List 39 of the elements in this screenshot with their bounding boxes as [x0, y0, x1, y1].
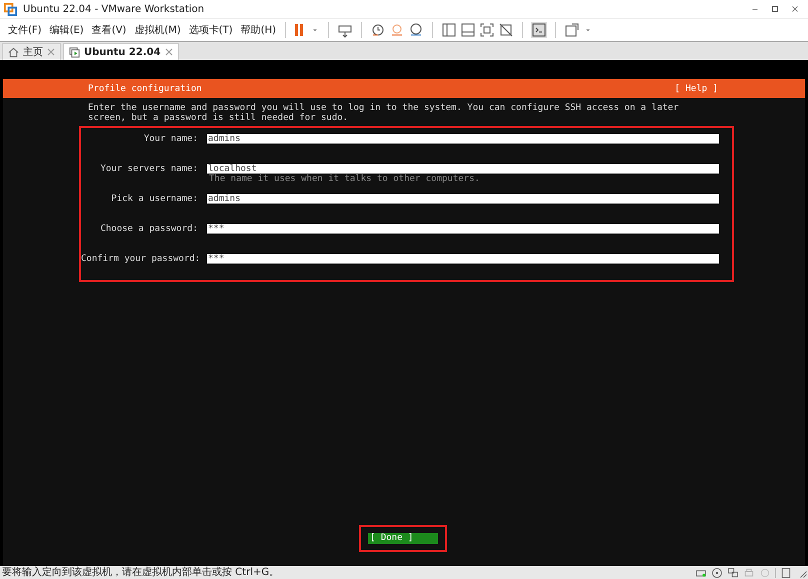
split-view-icon[interactable]: [460, 22, 476, 38]
vm-icon: [69, 46, 80, 58]
app-logo-icon: [4, 2, 17, 16]
input-field[interactable]: ***: [207, 254, 719, 264]
help-link[interactable]: [ Help ]: [674, 84, 718, 94]
unity-icon[interactable]: [498, 22, 514, 38]
field-hint: The name it uses when it talks to other computers.: [209, 174, 480, 184]
tab[interactable]: Ubuntu 22.04: [63, 43, 179, 60]
message-icon[interactable]: [780, 566, 792, 578]
network-icon[interactable]: [727, 566, 739, 578]
done-button[interactable]: [ Done ]: [368, 533, 438, 544]
console-icon[interactable]: [531, 22, 548, 38]
maximize-icon[interactable]: [770, 4, 780, 14]
window-title: Ubuntu 22.04 - VMware Workstation: [23, 4, 206, 14]
status-message: 要将输入定向到该虚拟机，请在虚拟机内部单击或按 Ctrl+G。: [2, 566, 280, 579]
sidebar-view-icon[interactable]: [441, 22, 458, 38]
fullscreen-icon[interactable]: [479, 22, 496, 38]
menu-item[interactable]: 查看(V): [88, 23, 130, 37]
menu-item[interactable]: 文件(F): [4, 23, 46, 37]
field-label: Choose a password:: [99, 224, 198, 234]
tab[interactable]: 主页: [2, 43, 61, 60]
input-field[interactable]: admins: [207, 134, 719, 144]
field-label: Your servers name:: [99, 164, 198, 174]
home-icon: [8, 46, 19, 58]
cd-drive-icon[interactable]: [711, 566, 723, 578]
menu-item[interactable]: 虚拟机(M): [130, 23, 185, 37]
field-label: Your name:: [142, 134, 198, 144]
stretch-view-icon[interactable]: [564, 22, 580, 38]
description: Enter the username and password you will use to log in to the system. You can configure SSH access on a later screen, but a password is still needed for sudo.: [88, 103, 680, 123]
screen-title: Profile configuration: [88, 84, 202, 94]
menu-item[interactable]: 编辑(E): [46, 23, 88, 37]
field-label: Confirm your password:: [81, 254, 198, 264]
menu-item[interactable]: 选项卡(T): [184, 23, 237, 37]
close-icon[interactable]: [790, 4, 800, 14]
input-field[interactable]: ***: [207, 224, 719, 234]
snapshot-icon[interactable]: [370, 22, 386, 38]
field-label: Pick a username:: [110, 194, 198, 204]
menu-item[interactable]: 帮助(H): [236, 23, 280, 37]
input-field[interactable]: admins: [207, 194, 719, 204]
